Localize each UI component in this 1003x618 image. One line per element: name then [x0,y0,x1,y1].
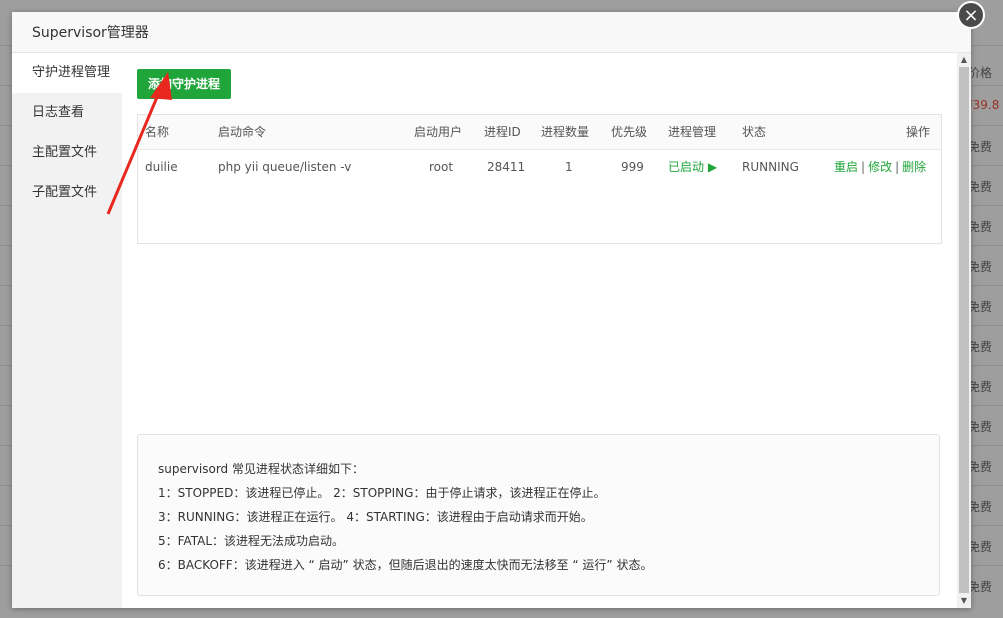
info-line: 6：BACKOFF：该进程进入 “ 启动” 状态，但随后退出的速度太快而无法移至… [158,558,653,572]
col-header-manage: 进程管理 [668,125,717,139]
delete-link[interactable]: 删除 [902,160,926,174]
col-header-command: 启动命令 [218,125,267,139]
sidebar-item-main-config[interactable]: 主配置文件 [12,133,122,173]
sidebar-item-log-view[interactable]: 日志查看 [12,93,122,133]
scroll-thumb[interactable] [959,67,969,593]
info-line: 3：RUNNING：该进程正在运行。 4：STARTING：该进程由于启动请求而… [158,510,593,524]
ops-separator: | [861,160,866,174]
process-table: 名称 启动命令 启动用户 进程ID 进程数量 优先级 进程管理 状态 操作 du… [137,114,942,244]
add-daemon-button[interactable]: 添加守护进程 [137,69,231,99]
cell-manage-started[interactable]: 已启动 ▶ [668,150,717,184]
col-header-ops: 操作 [906,125,931,139]
status-info-box: supervisord 常见进程状态详细如下： 1：STOPPED：该进程已停止… [137,434,940,596]
close-icon[interactable]: × [957,1,985,29]
table-row: duilie php yii queue/listen -v root 2841… [138,150,941,184]
col-header-priority: 优先级 [611,125,648,139]
col-header-user: 启动用户 [414,125,463,139]
info-line: 1：STOPPED：该进程已停止。 2：STOPPING：由于停止请求，该进程正… [158,486,606,500]
cell-priority: 999 [621,160,644,174]
sidebar-item-daemon-manage[interactable]: 守护进程管理 [12,53,122,93]
restart-link[interactable]: 重启 [834,160,858,174]
cell-name: duilie [145,160,178,174]
info-line: supervisord 常见进程状态详细如下： [158,462,364,476]
cell-count: 1 [565,160,573,174]
col-header-count: 进程数量 [541,125,590,139]
info-line: 5：FATAL：该进程无法成功启动。 [158,534,345,548]
cell-ops: 重启 | 修改 | 删除 [834,150,926,184]
scroll-up-icon[interactable]: ▲ [957,53,971,67]
main-content: 添加守护进程 名称 启动命令 启动用户 进程ID 进程数量 优先级 进程管理 状… [122,53,957,608]
cell-status: RUNNING [742,160,799,174]
cell-command: php yii queue/listen -v [218,160,352,174]
col-header-name: 名称 [145,125,170,139]
table-header-row: 名称 启动命令 启动用户 进程ID 进程数量 优先级 进程管理 状态 操作 [138,115,941,150]
ops-separator: | [895,160,900,174]
modal-header: Supervisor管理器 [12,12,971,53]
modal-title: Supervisor管理器 [32,25,149,41]
vertical-scrollbar[interactable]: ▲ ▼ [957,53,971,608]
col-header-status: 状态 [742,125,767,139]
cell-user: root [429,160,454,174]
col-header-pid: 进程ID [484,125,521,139]
sidebar: 守护进程管理 日志查看 主配置文件 子配置文件 [12,53,122,608]
scroll-down-icon[interactable]: ▼ [957,594,971,608]
edit-link[interactable]: 修改 [868,160,892,174]
sidebar-item-sub-config[interactable]: 子配置文件 [12,173,122,213]
cell-pid: 28411 [487,160,526,174]
supervisor-modal: Supervisor管理器 守护进程管理 日志查看 主配置文件 子配置文件 添加… [12,12,971,608]
